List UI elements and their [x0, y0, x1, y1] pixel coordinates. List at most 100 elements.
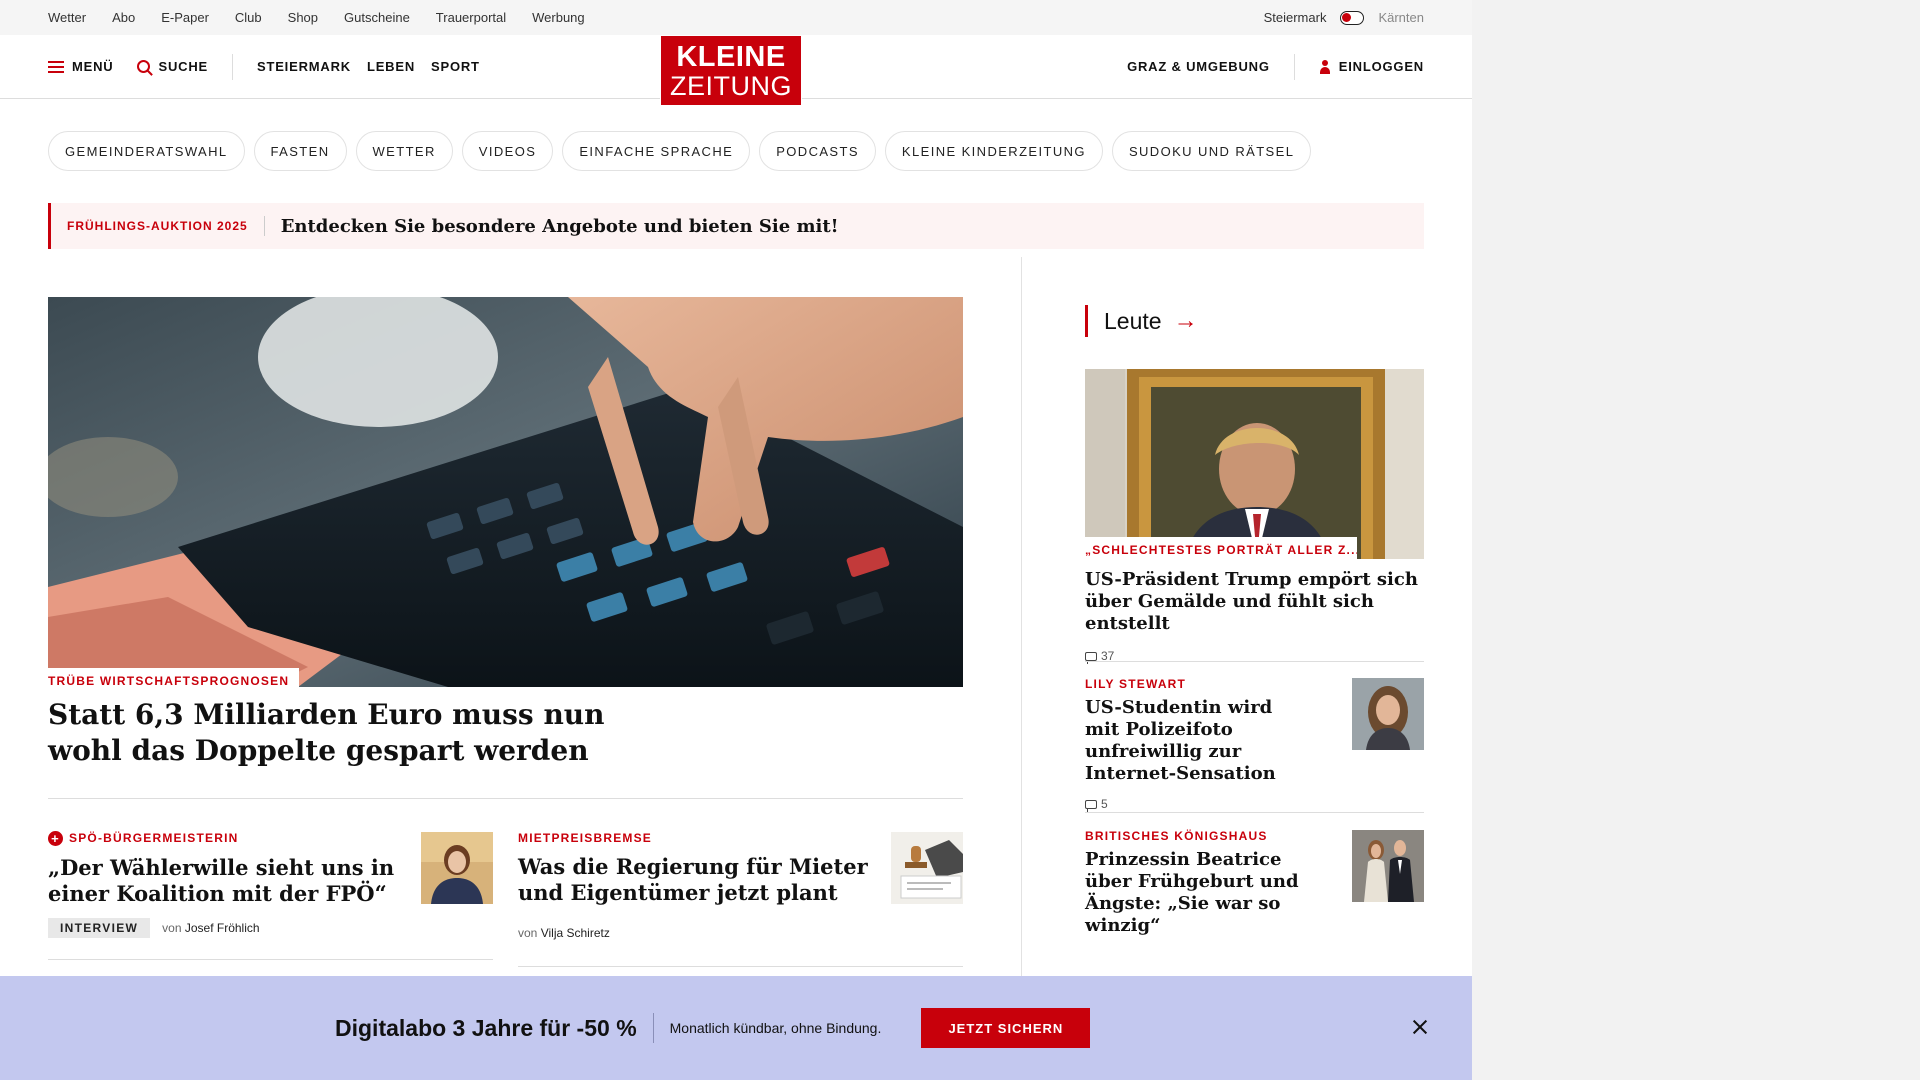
teaser-meta: INTERVIEW von Josef Fröhlich — [48, 918, 408, 939]
user-icon — [1319, 59, 1331, 74]
comment-icon — [1085, 799, 1097, 812]
sidebar-headline: US-Studentin wird mit Polizeifoto unfrei… — [1085, 697, 1276, 784]
sidebar-headline: US-Präsident Trump empört sich über Gemä… — [1085, 569, 1418, 634]
sidebar-kicker: LILY STEWART — [1085, 677, 1187, 691]
teaser-divider-2 — [518, 966, 963, 967]
teaser-headline: „Der Wählerwille sieht uns in einer Koal… — [48, 855, 395, 907]
pill-videos[interactable]: VIDEOS — [461, 131, 554, 171]
header-right: GRAZ & UMGEBUNG EINLOGGEN — [1127, 53, 1424, 80]
teaser-divider-1 — [48, 959, 493, 960]
utility-links: Wetter Abo E-Paper Club Shop Gutscheine … — [48, 10, 585, 25]
sidebar-item-lily-stewart[interactable]: LILY STEWART US-Studentin wird mit Poliz… — [1085, 677, 1300, 812]
nav-leben[interactable]: LEBEN — [367, 59, 415, 74]
utility-link-shop[interactable]: Shop — [288, 10, 318, 25]
author-name: Josef Fröhlich — [184, 921, 260, 936]
pill-podcasts[interactable]: PODCASTS — [759, 131, 876, 171]
woman-portrait-thumbnail — [1352, 678, 1424, 750]
close-icon[interactable] — [1408, 1015, 1432, 1039]
sidebar-thumbnail-royals[interactable] — [1352, 830, 1424, 902]
arrow-right-icon: → — [1173, 307, 1198, 334]
sidebar-item-trump[interactable]: US-Präsident Trump empört sich über Gemä… — [1085, 569, 1424, 664]
promo-text: Entdecken Sie besondere Angebote und bie… — [280, 215, 839, 237]
column-divider — [1021, 257, 1022, 977]
login-button[interactable]: EINLOGGEN — [1319, 59, 1424, 74]
pill-fasten[interactable]: FASTEN — [253, 131, 347, 171]
calculator-photo — [48, 297, 963, 687]
pill-einfache-sprache[interactable]: EINFACHE SPRACHE — [562, 131, 751, 171]
region-switch: Steiermark Kärnten — [1264, 10, 1424, 25]
sidebar-thumbnail-student[interactable] — [1352, 678, 1424, 750]
banner-divider — [652, 1013, 654, 1043]
sidebar-kicker: „SCHLECHTESTES PORTRÄT ALLER Z... — [1085, 537, 1357, 561]
nav-steiermark[interactable]: STEIERMARK — [257, 59, 351, 74]
main-header: MENÜ SUCHE STEIERMARK LEBEN SPORT KLEINE… — [0, 35, 1472, 106]
portrait-thumbnail — [421, 832, 493, 904]
comment-icon — [1085, 651, 1097, 664]
byline-prefix: von — [162, 921, 182, 936]
teaser-kicker: + SPÖ-BÜRGERMEISTERIN — [48, 831, 408, 847]
main-nav: STEIERMARK LEBEN SPORT — [257, 59, 480, 74]
utility-link-epaper[interactable]: E-Paper — [161, 10, 209, 25]
region-active-label[interactable]: Steiermark — [1264, 10, 1327, 25]
lead-divider — [48, 798, 963, 799]
pill-kinderzeitung[interactable]: KLEINE KINDERZEITUNG — [884, 131, 1103, 171]
region-graz-link[interactable]: GRAZ & UMGEBUNG — [1127, 59, 1270, 74]
teaser-mietpreisbremse[interactable]: MIETPREISBREMSE Was die Regierung für Mi… — [518, 831, 878, 940]
utility-link-gutscheine[interactable]: Gutscheine — [344, 10, 410, 25]
utility-link-club[interactable]: Club — [235, 10, 262, 25]
header-divider-right — [1293, 53, 1295, 80]
jetzt-sichern-button[interactable]: JETZT SICHERN — [921, 1008, 1091, 1048]
promo-divider — [263, 216, 265, 236]
logo-line-2: ZEITUNG — [670, 71, 792, 101]
utility-link-abo[interactable]: Abo — [112, 10, 135, 25]
sidebar-divider-1 — [1085, 661, 1424, 662]
kleine-zeitung-logo[interactable]: KLEINE ZEITUNG — [660, 35, 802, 106]
teaser-headline: Was die Regierung für Mieter und Eigentü… — [518, 854, 868, 905]
menu-button[interactable]: MENÜ — [48, 59, 113, 74]
search-button[interactable]: SUCHE — [137, 59, 208, 74]
hamburger-icon — [48, 60, 64, 73]
teaser-kicker: MIETPREISBREMSE — [518, 831, 653, 845]
pill-wetter[interactable]: WETTER — [355, 131, 453, 171]
teaser-thumbnail-stamp[interactable] — [891, 832, 963, 904]
page: Wetter Abo E-Paper Club Shop Gutscheine … — [0, 0, 1472, 1080]
stamp-thumbnail — [891, 832, 963, 904]
comment-count-value: 5 — [1101, 797, 1108, 811]
banner-subtext: Monatlich kündbar, ohne Bindung. — [669, 1020, 882, 1036]
teaser-kicker-text: SPÖ-BÜRGERMEISTERIN — [69, 831, 239, 845]
section-heading-leute[interactable]: Leute → — [1085, 305, 1198, 337]
comment-count[interactable]: 5 — [1085, 797, 1300, 812]
couple-photo-thumbnail — [1352, 830, 1424, 902]
section-heading-label: Leute — [1104, 307, 1162, 334]
author-name: Vilja Schiretz — [540, 926, 610, 940]
lead-image[interactable] — [48, 297, 963, 687]
byline: von Josef Fröhlich — [162, 921, 259, 935]
byline: von Vilja Schiretz — [518, 926, 878, 940]
utility-link-wetter[interactable]: Wetter — [48, 10, 86, 25]
nav-sport[interactable]: SPORT — [431, 59, 480, 74]
header-divider — [232, 53, 233, 80]
subscription-banner: Digitalabo 3 Jahre für -50 % Monatlich k… — [0, 976, 1472, 1080]
teaser-spoe[interactable]: + SPÖ-BÜRGERMEISTERIN „Der Wählerwille si… — [48, 831, 408, 939]
sidebar-divider-2 — [1085, 812, 1424, 813]
search-icon — [137, 60, 151, 73]
banner-headline: Digitalabo 3 Jahre für -50 % — [335, 1014, 637, 1041]
teaser-thumbnail-mayor[interactable] — [421, 832, 493, 904]
premium-plus-icon: + — [48, 831, 63, 847]
utility-link-werbung[interactable]: Werbung — [532, 10, 585, 25]
framed-portrait-photo — [1085, 369, 1424, 559]
region-inactive-label[interactable]: Kärnten — [1378, 10, 1424, 25]
pill-gemeinderatswahl[interactable]: GEMEINDERATSWAHL — [48, 131, 245, 171]
pill-sudoku[interactable]: SUDOKU UND RÄTSEL — [1111, 131, 1312, 171]
lead-headline[interactable]: Statt 6,3 Milliarden Euro muss nun wohl … — [48, 697, 608, 769]
promo-banner[interactable]: FRÜHLINGS-AUKTION 2025 Entdecken Sie bes… — [48, 203, 1424, 249]
sidebar-image-portrait[interactable] — [1085, 369, 1424, 559]
menu-label: MENÜ — [72, 59, 114, 74]
search-label: SUCHE — [158, 59, 208, 74]
sidebar-item-beatrice[interactable]: BRITISCHES KÖNIGSHAUS Prinzessin Beatric… — [1085, 829, 1300, 937]
interview-badge: INTERVIEW — [48, 918, 151, 939]
logo-line-1: KLEINE — [676, 41, 786, 73]
promo-tag: FRÜHLINGS-AUKTION 2025 — [67, 219, 248, 233]
region-toggle[interactable] — [1340, 10, 1365, 25]
utility-link-trauerportal[interactable]: Trauerportal — [436, 10, 506, 25]
